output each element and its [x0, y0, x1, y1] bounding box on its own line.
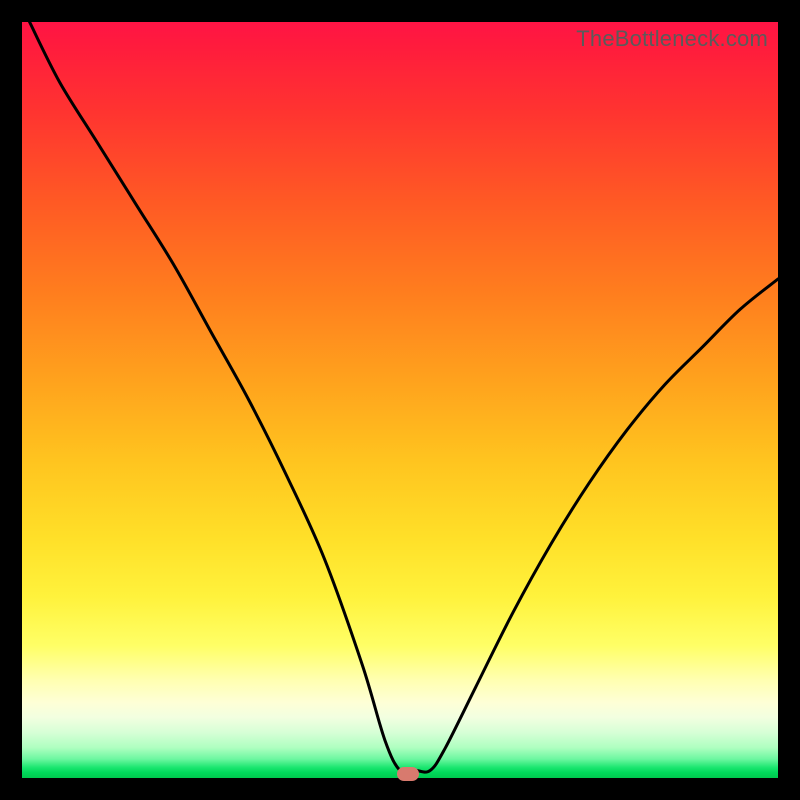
curve-path [30, 22, 778, 773]
plot-area: TheBottleneck.com [22, 22, 778, 778]
chart-frame: TheBottleneck.com [0, 0, 800, 800]
bottleneck-curve [22, 22, 778, 778]
optimal-point-marker [397, 767, 419, 781]
